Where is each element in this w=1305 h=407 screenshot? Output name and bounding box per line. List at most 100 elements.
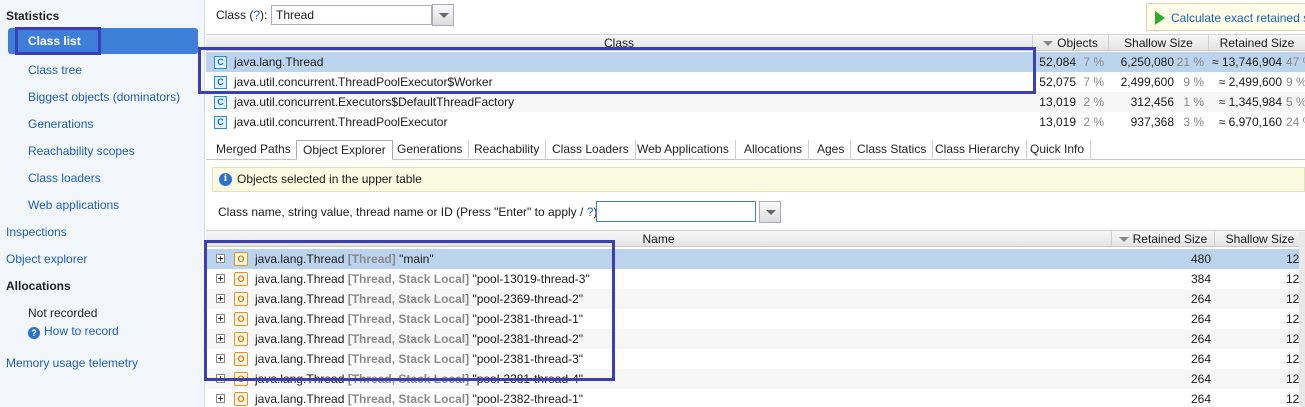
- object-filter-dropdown-button[interactable]: [759, 201, 781, 223]
- tab-object-explorer[interactable]: Object Explorer: [296, 140, 393, 160]
- shallow-size: 6,250,080: [1120, 55, 1174, 69]
- objects-count: 13,019: [1039, 95, 1076, 109]
- sidebar-item-generations[interactable]: Generations: [28, 116, 93, 132]
- calculate-retained-sizes-label: Calculate exact retained sizes: [1171, 11, 1305, 25]
- shallow-size: 937,368: [1130, 115, 1174, 129]
- tab-ages[interactable]: Ages: [811, 140, 852, 160]
- sidebar-item-reachability-scopes[interactable]: Reachability scopes: [28, 143, 135, 159]
- object-filter-input[interactable]: [596, 201, 756, 222]
- shallow-percent: 9 %: [1183, 75, 1204, 89]
- object-root-tag: [Thread, Stack Local]: [347, 392, 470, 406]
- tab-merged-paths[interactable]: Merged Paths: [210, 140, 298, 160]
- class-filter-dropdown-button[interactable]: [432, 4, 454, 26]
- class-icon: C: [214, 116, 227, 129]
- retained-percent: 24 %: [1286, 115, 1305, 129]
- sidebar-item-web-applications[interactable]: Web applications: [28, 197, 119, 213]
- info-bar-text: Objects selected in the upper table: [237, 172, 422, 186]
- shallow-percent: 3 %: [1183, 115, 1204, 129]
- sidebar-item-object-explorer[interactable]: Object explorer: [6, 251, 87, 267]
- retained-percent: 9 %: [1286, 75, 1305, 89]
- class-row[interactable]: C java.util.concurrent.Executors$Default…: [206, 92, 1305, 112]
- retained-size: 264: [1190, 392, 1211, 406]
- objects-percent: 2 %: [1083, 115, 1104, 129]
- allocations-status: Not recorded: [28, 306, 98, 320]
- objects-count: 52,084: [1039, 55, 1076, 69]
- tab-reachability[interactable]: Reachability: [468, 140, 547, 160]
- annotation-box-lower-rows: [204, 240, 615, 381]
- tab-class-hierarchy[interactable]: Class Hierarchy: [929, 140, 1027, 160]
- retained-percent: 5 %: [1286, 95, 1305, 109]
- class-filter-label-end: ):: [260, 8, 268, 22]
- tab-generations[interactable]: Generations: [391, 140, 470, 160]
- tab-allocations[interactable]: Allocations: [738, 140, 810, 160]
- object-icon: O: [234, 392, 248, 406]
- play-icon: [1155, 11, 1165, 25]
- class-filter-label-text: Class (: [216, 8, 254, 22]
- calculate-retained-sizes-button[interactable]: Calculate exact retained sizes: [1146, 3, 1305, 31]
- retained-size: 264: [1190, 312, 1211, 326]
- class-name: java.util.concurrent.ThreadPoolExecutor: [234, 115, 448, 129]
- retained-size: ≈ 2,499,600: [1218, 75, 1282, 89]
- column-header-shallow-size[interactable]: Shallow Size: [1108, 35, 1208, 51]
- retained-size: ≈ 1,345,984: [1218, 95, 1282, 109]
- retained-size: ≈ 6,970,160: [1218, 115, 1282, 129]
- objects-percent: 2 %: [1083, 95, 1104, 109]
- shallow-size: 312,456: [1130, 95, 1174, 109]
- objects-count: 13,019: [1039, 115, 1076, 129]
- sidebar-item-memory-telemetry[interactable]: Memory usage telemetry: [6, 355, 138, 371]
- shallow-percent: 1 %: [1183, 95, 1204, 109]
- retained-size: 264: [1190, 332, 1211, 346]
- objects-count: 52,075: [1039, 75, 1076, 89]
- object-filter-label: Class name, string value, thread name or…: [218, 205, 601, 219]
- retained-percent: 47 %: [1286, 55, 1305, 69]
- sidebar-item-class-loaders[interactable]: Class loaders: [28, 170, 101, 186]
- class-filter-label: Class (?):: [216, 8, 267, 22]
- object-name: java.lang.Thread [Thread, Stack Local] "…: [255, 389, 583, 407]
- sort-desc-icon: [1043, 41, 1054, 46]
- column-header-retained-size[interactable]: Retained Size: [1208, 35, 1305, 51]
- objects-percent: 7 %: [1083, 75, 1104, 89]
- column-header-objects-label: Objects: [1057, 36, 1098, 50]
- help-icon: ?: [28, 327, 40, 339]
- sidebar: Statistics Class list Class tree Biggest…: [0, 0, 205, 407]
- tab-class-statics[interactable]: Class Statics: [851, 140, 934, 160]
- how-to-record-link[interactable]: ? How to record: [28, 323, 119, 339]
- sidebar-item-biggest-objects[interactable]: Biggest objects (dominators): [28, 89, 180, 105]
- how-to-record-label: How to record: [44, 324, 119, 338]
- retained-size: ≈ 13,746,904: [1212, 55, 1282, 69]
- object-value: "pool-2382-thread-1": [472, 392, 584, 406]
- objects-percent: 7 %: [1083, 55, 1104, 69]
- view-tabs: Merged Paths Object Explorer Generations…: [206, 139, 1305, 160]
- column-header-shallow-size[interactable]: Shallow Size: [1214, 231, 1305, 247]
- shallow-size: 2,499,600: [1120, 75, 1174, 89]
- statistics-header: Statistics: [6, 9, 60, 23]
- annotation-box-upper-rows: [198, 47, 1036, 94]
- profiler-window: Statistics Class list Class tree Biggest…: [0, 0, 1305, 407]
- main-panel: Class (?): Thread Calculate exact retain…: [198, 0, 1305, 407]
- tab-class-loaders[interactable]: Class Loaders: [546, 140, 636, 160]
- retained-size: 264: [1190, 352, 1211, 366]
- object-class: java.lang.Thread: [255, 392, 345, 406]
- info-bar: i Objects selected in the upper table: [212, 167, 1305, 192]
- sidebar-item-inspections[interactable]: Inspections: [6, 224, 67, 240]
- vertical-scrollbar[interactable]: [1299, 232, 1305, 407]
- annotation-box-class-list: [15, 27, 101, 55]
- object-filter-label-text: Class name, string value, thread name or…: [218, 205, 587, 219]
- info-icon: i: [219, 173, 232, 186]
- retained-size: 384: [1190, 272, 1211, 286]
- sidebar-item-class-tree[interactable]: Class tree: [28, 62, 82, 78]
- column-header-retained-size[interactable]: Retained Size: [1111, 231, 1214, 247]
- column-header-objects[interactable]: Objects: [1032, 35, 1108, 51]
- class-filter-input[interactable]: Thread: [271, 5, 432, 25]
- object-row[interactable]: O java.lang.Thread [Thread, Stack Local]…: [206, 389, 1305, 407]
- sort-desc-icon: [1118, 237, 1129, 242]
- tab-web-applications[interactable]: Web Applications: [631, 140, 736, 160]
- class-icon: C: [214, 96, 227, 109]
- retained-size: 264: [1190, 292, 1211, 306]
- class-name: java.util.concurrent.Executors$DefaultTh…: [234, 95, 515, 109]
- retained-size: 480: [1190, 252, 1211, 266]
- class-row[interactable]: C java.util.concurrent.ThreadPoolExecuto…: [206, 112, 1305, 132]
- tab-quick-info[interactable]: Quick Info: [1024, 140, 1092, 160]
- shallow-percent: 21 %: [1176, 55, 1204, 69]
- expand-icon[interactable]: [216, 394, 225, 403]
